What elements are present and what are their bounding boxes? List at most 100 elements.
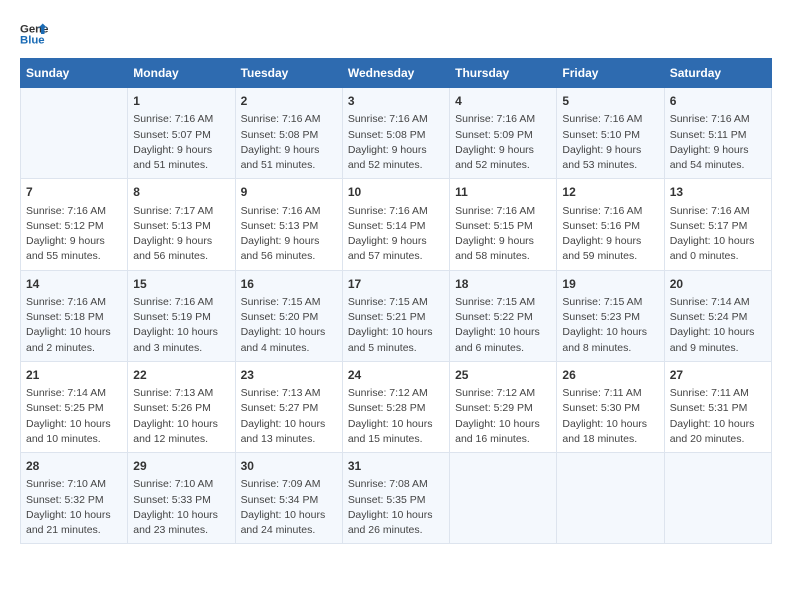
day-number: 21 <box>26 367 122 384</box>
day-info: Sunrise: 7:10 AM Sunset: 5:32 PM Dayligh… <box>26 477 122 538</box>
day-info: Sunrise: 7:16 AM Sunset: 5:13 PM Dayligh… <box>241 204 337 265</box>
calendar-table: SundayMondayTuesdayWednesdayThursdayFrid… <box>20 58 772 544</box>
header: General Blue <box>20 20 772 48</box>
day-number: 29 <box>133 458 229 475</box>
day-info: Sunrise: 7:13 AM Sunset: 5:27 PM Dayligh… <box>241 386 337 447</box>
calendar-cell <box>450 453 557 544</box>
calendar-cell: 11Sunrise: 7:16 AM Sunset: 5:15 PM Dayli… <box>450 179 557 270</box>
day-info: Sunrise: 7:14 AM Sunset: 5:24 PM Dayligh… <box>670 295 766 356</box>
calendar-cell: 3 Sunrise: 7:16 AM Sunset: 5:08 PM Daylig… <box>342 88 449 179</box>
day-info: Sunrise: 7:15 AM Sunset: 5:21 PM Dayligh… <box>348 295 444 356</box>
day-info: Sunrise: 7:16 AM Sunset: 5:15 PM Dayligh… <box>455 204 551 265</box>
calendar-cell: 6 Sunrise: 7:16 AM Sunset: 5:11 PM Daylig… <box>664 88 771 179</box>
calendar-cell: 8 Sunrise: 7:17 AM Sunset: 5:13 PM Daylig… <box>128 179 235 270</box>
logo-icon: General Blue <box>20 20 48 48</box>
day-info: Sunrise: 7:16 AM Sunset: 5:09 PM Dayligh… <box>455 112 551 173</box>
calendar-cell: 10 Sunrise: 7:16 AM Sunset: 5:14 PM Dayli… <box>342 179 449 270</box>
calendar-cell: 21 Sunrise: 7:14 AM Sunset: 5:25 PM Dayli… <box>21 361 128 452</box>
day-number: 3 <box>348 93 444 110</box>
day-info: Sunrise: 7:16 AM Sunset: 5:11 PM Dayligh… <box>670 112 766 173</box>
day-info: Sunrise: 7:10 AM Sunset: 5:33 PM Dayligh… <box>133 477 229 538</box>
day-number: 5 <box>562 93 658 110</box>
calendar-cell: 14 Sunrise: 7:16 AM Sunset: 5:18 PM Dayli… <box>21 270 128 361</box>
calendar-cell: 20 Sunrise: 7:14 AM Sunset: 5:24 PM Dayli… <box>664 270 771 361</box>
week-row-2: 7 Sunrise: 7:16 AM Sunset: 5:12 PM Daylig… <box>21 179 772 270</box>
logo: General Blue <box>20 20 48 48</box>
day-info: Sunrise: 7:17 AM Sunset: 5:13 PM Dayligh… <box>133 204 229 265</box>
week-row-4: 21 Sunrise: 7:14 AM Sunset: 5:25 PM Dayli… <box>21 361 772 452</box>
calendar-cell: 4 Sunrise: 7:16 AM Sunset: 5:09 PM Daylig… <box>450 88 557 179</box>
calendar-cell: 9 Sunrise: 7:16 AM Sunset: 5:13 PM Daylig… <box>235 179 342 270</box>
day-number: 20 <box>670 276 766 293</box>
day-info: Sunrise: 7:16 AM Sunset: 5:08 PM Dayligh… <box>348 112 444 173</box>
day-info: Sunrise: 7:12 AM Sunset: 5:29 PM Dayligh… <box>455 386 551 447</box>
calendar-header-row: SundayMondayTuesdayWednesdayThursdayFrid… <box>21 59 772 88</box>
day-number: 25 <box>455 367 551 384</box>
day-number: 24 <box>348 367 444 384</box>
calendar-cell: 30 Sunrise: 7:09 AM Sunset: 5:34 PM Dayli… <box>235 453 342 544</box>
day-header-friday: Friday <box>557 59 664 88</box>
day-info: Sunrise: 7:16 AM Sunset: 5:19 PM Dayligh… <box>133 295 229 356</box>
day-number: 8 <box>133 184 229 201</box>
calendar-cell: 23 Sunrise: 7:13 AM Sunset: 5:27 PM Dayli… <box>235 361 342 452</box>
day-number: 10 <box>348 184 444 201</box>
calendar-cell: 7 Sunrise: 7:16 AM Sunset: 5:12 PM Daylig… <box>21 179 128 270</box>
day-number: 7 <box>26 184 122 201</box>
day-number: 9 <box>241 184 337 201</box>
day-number: 14 <box>26 276 122 293</box>
calendar-cell: 1Sunrise: 7:16 AM Sunset: 5:07 PM Daylig… <box>128 88 235 179</box>
calendar-cell: 2 Sunrise: 7:16 AM Sunset: 5:08 PM Daylig… <box>235 88 342 179</box>
day-number: 19 <box>562 276 658 293</box>
day-info: Sunrise: 7:15 AM Sunset: 5:23 PM Dayligh… <box>562 295 658 356</box>
day-info: Sunrise: 7:15 AM Sunset: 5:20 PM Dayligh… <box>241 295 337 356</box>
day-info: Sunrise: 7:09 AM Sunset: 5:34 PM Dayligh… <box>241 477 337 538</box>
calendar-cell: 31 Sunrise: 7:08 AM Sunset: 5:35 PM Dayli… <box>342 453 449 544</box>
day-header-sunday: Sunday <box>21 59 128 88</box>
day-info: Sunrise: 7:15 AM Sunset: 5:22 PM Dayligh… <box>455 295 551 356</box>
calendar-cell: 5 Sunrise: 7:16 AM Sunset: 5:10 PM Daylig… <box>557 88 664 179</box>
calendar-cell: 13Sunrise: 7:16 AM Sunset: 5:17 PM Dayli… <box>664 179 771 270</box>
calendar-cell <box>21 88 128 179</box>
day-number: 6 <box>670 93 766 110</box>
week-row-3: 14 Sunrise: 7:16 AM Sunset: 5:18 PM Dayli… <box>21 270 772 361</box>
day-info: Sunrise: 7:16 AM Sunset: 5:14 PM Dayligh… <box>348 204 444 265</box>
day-number: 22 <box>133 367 229 384</box>
week-row-1: 1Sunrise: 7:16 AM Sunset: 5:07 PM Daylig… <box>21 88 772 179</box>
day-number: 2 <box>241 93 337 110</box>
calendar-cell: 15 Sunrise: 7:16 AM Sunset: 5:19 PM Dayli… <box>128 270 235 361</box>
day-number: 16 <box>241 276 337 293</box>
day-header-wednesday: Wednesday <box>342 59 449 88</box>
day-number: 31 <box>348 458 444 475</box>
day-info: Sunrise: 7:13 AM Sunset: 5:26 PM Dayligh… <box>133 386 229 447</box>
day-number: 15 <box>133 276 229 293</box>
day-info: Sunrise: 7:16 AM Sunset: 5:18 PM Dayligh… <box>26 295 122 356</box>
calendar-cell: 17 Sunrise: 7:15 AM Sunset: 5:21 PM Dayli… <box>342 270 449 361</box>
day-info: Sunrise: 7:11 AM Sunset: 5:30 PM Dayligh… <box>562 386 658 447</box>
day-number: 1 <box>133 93 229 110</box>
calendar-cell: 26 Sunrise: 7:11 AM Sunset: 5:30 PM Dayli… <box>557 361 664 452</box>
calendar-cell: 25 Sunrise: 7:12 AM Sunset: 5:29 PM Dayli… <box>450 361 557 452</box>
day-header-thursday: Thursday <box>450 59 557 88</box>
day-info: Sunrise: 7:16 AM Sunset: 5:08 PM Dayligh… <box>241 112 337 173</box>
calendar-cell: 22 Sunrise: 7:13 AM Sunset: 5:26 PM Dayli… <box>128 361 235 452</box>
calendar-cell: 16 Sunrise: 7:15 AM Sunset: 5:20 PM Dayli… <box>235 270 342 361</box>
day-number: 27 <box>670 367 766 384</box>
day-info: Sunrise: 7:16 AM Sunset: 5:16 PM Dayligh… <box>562 204 658 265</box>
day-number: 4 <box>455 93 551 110</box>
day-header-monday: Monday <box>128 59 235 88</box>
calendar-cell: 28Sunrise: 7:10 AM Sunset: 5:32 PM Dayli… <box>21 453 128 544</box>
day-number: 30 <box>241 458 337 475</box>
day-number: 23 <box>241 367 337 384</box>
day-number: 17 <box>348 276 444 293</box>
day-number: 13 <box>670 184 766 201</box>
day-info: Sunrise: 7:11 AM Sunset: 5:31 PM Dayligh… <box>670 386 766 447</box>
day-info: Sunrise: 7:16 AM Sunset: 5:10 PM Dayligh… <box>562 112 658 173</box>
calendar-cell <box>664 453 771 544</box>
week-row-5: 28Sunrise: 7:10 AM Sunset: 5:32 PM Dayli… <box>21 453 772 544</box>
day-number: 26 <box>562 367 658 384</box>
day-info: Sunrise: 7:16 AM Sunset: 5:12 PM Dayligh… <box>26 204 122 265</box>
day-number: 18 <box>455 276 551 293</box>
day-info: Sunrise: 7:14 AM Sunset: 5:25 PM Dayligh… <box>26 386 122 447</box>
day-info: Sunrise: 7:08 AM Sunset: 5:35 PM Dayligh… <box>348 477 444 538</box>
calendar-cell: 24Sunrise: 7:12 AM Sunset: 5:28 PM Dayli… <box>342 361 449 452</box>
